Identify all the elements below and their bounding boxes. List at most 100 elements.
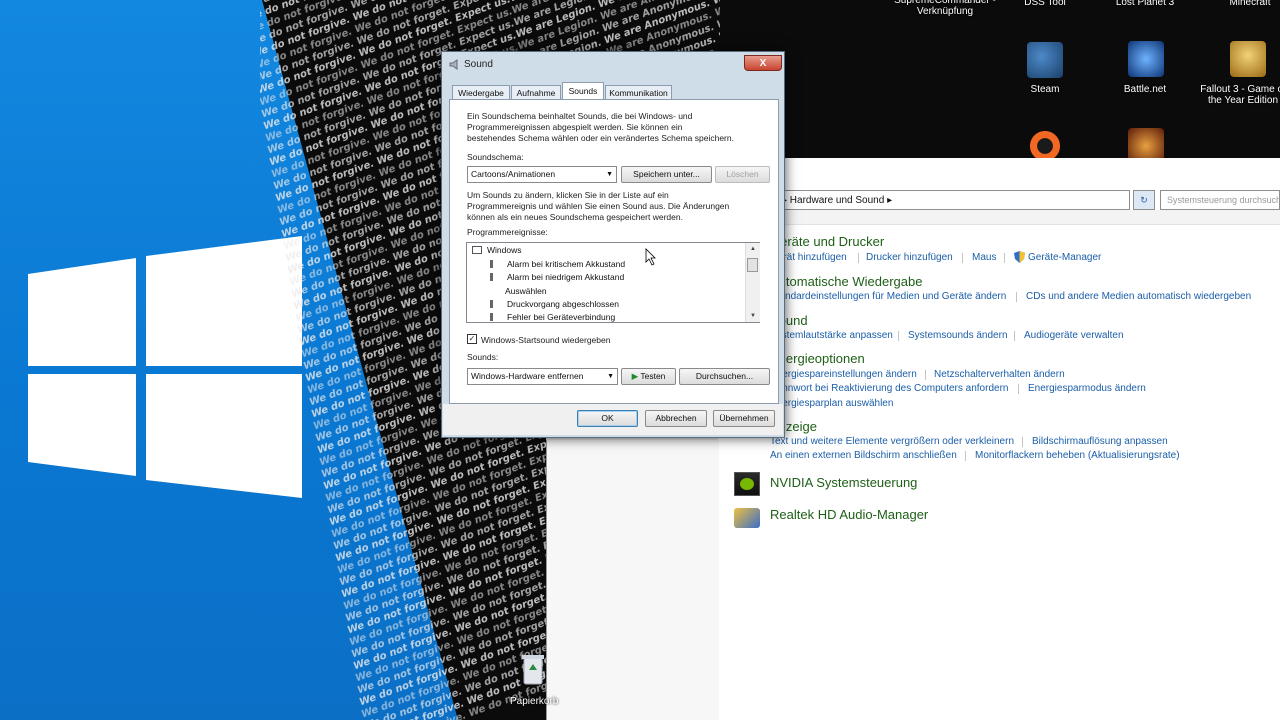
toolbar-strip: [718, 210, 1280, 225]
chevron-down-icon: ▼: [606, 171, 613, 178]
change-line-2: Programmereignis und wählen Sie einen So…: [467, 201, 730, 211]
link-password-wakeup[interactable]: Kennwort bei Reaktivierung des Computers…: [770, 383, 1008, 394]
nvidia-link[interactable]: NVIDIA Systemsteuerung: [770, 475, 917, 490]
dialog-title: Sound: [464, 59, 493, 70]
speaker-icon: [490, 300, 499, 308]
sound-value: Windows-Hardware entfernen: [471, 371, 584, 381]
separator: [898, 331, 899, 341]
save-as-button[interactable]: Speichern unter...: [621, 166, 712, 183]
scroll-down-icon[interactable]: ▼: [746, 310, 760, 322]
events-label: Programmereignisse:: [467, 227, 548, 237]
speaker-icon: [490, 313, 499, 321]
event-label: Auswählen: [505, 286, 547, 296]
event-label: Alarm bei niedrigem Akkustand: [507, 272, 625, 282]
link-text-size[interactable]: Text und weitere Elemente vergrößern ode…: [770, 436, 1014, 447]
refresh-icon[interactable]: ↻: [1133, 190, 1155, 210]
nvidia-icon: [734, 472, 760, 496]
link-monitor-flicker[interactable]: Monitorflackern beheben (Aktualisierungs…: [975, 450, 1180, 461]
startup-sound-checkbox[interactable]: ✓: [467, 334, 477, 344]
separator: [1022, 437, 1023, 447]
recycle-bin-icon[interactable]: [520, 652, 546, 688]
desktop-label-dsstool[interactable]: DSS Tool: [1015, 0, 1075, 8]
section-autoplay-title[interactable]: Automatische Wiedergabe: [770, 274, 922, 289]
recycle-bin-label[interactable]: Papierkorb: [510, 696, 558, 707]
link-add-printer[interactable]: Drucker hinzufügen: [866, 252, 953, 263]
tab-aufnahme[interactable]: Aufnahme: [511, 85, 561, 100]
intro-line-1: Ein Soundschema beinhaltet Sounds, die b…: [467, 111, 693, 121]
apply-button[interactable]: Übernehmen: [713, 410, 775, 427]
separator: [1018, 384, 1019, 394]
tab-wiedergabe[interactable]: Wiedergabe: [452, 85, 510, 100]
link-power-button[interactable]: Netzschalterverhalten ändern: [934, 369, 1065, 380]
tab-sounds[interactable]: Sounds: [562, 82, 604, 100]
desktop-label-supremecommander[interactable]: SupremeCommander - Verknüpfung: [890, 0, 1000, 17]
link-resolution[interactable]: Bildschirmauflösung anpassen: [1032, 436, 1168, 447]
startup-sound-label[interactable]: Windows-Startsound wiedergeben: [481, 335, 610, 346]
windows-folder-icon: [472, 246, 482, 254]
mouse-cursor-icon: [645, 248, 656, 266]
realtek-link[interactable]: Realtek HD Audio-Manager: [770, 507, 928, 522]
event-label: Windows: [487, 245, 522, 255]
separator: [1016, 292, 1017, 302]
link-device-manager[interactable]: Geräte-Manager: [1028, 252, 1101, 263]
link-external-display[interactable]: An einen externen Bildschirm anschließen: [770, 450, 957, 461]
link-autoplay-cds[interactable]: CDs und andere Medien automatisch wieder…: [1026, 291, 1251, 302]
fallout-icon[interactable]: [1230, 41, 1266, 77]
change-line-1: Um Sounds zu ändern, klicken Sie in der …: [467, 190, 669, 200]
event-item[interactable]: Auswählen: [505, 286, 547, 296]
cancel-button[interactable]: Abbrechen: [645, 410, 707, 427]
separator: [965, 451, 966, 461]
separator: [1004, 253, 1005, 263]
shield-icon: [1014, 251, 1025, 263]
link-system-volume[interactable]: Systemlautstärke anpassen: [770, 330, 893, 341]
link-sleep-mode[interactable]: Energiesparmodus ändern: [1028, 383, 1146, 394]
link-power-settings[interactable]: Energiespareinstellungen ändern: [770, 369, 917, 380]
battlenet-icon[interactable]: [1128, 41, 1164, 77]
link-mouse[interactable]: Maus: [972, 252, 996, 263]
link-system-sounds[interactable]: Systemsounds ändern: [908, 330, 1008, 341]
event-item[interactable]: Fehler bei Geräteverbindung: [490, 312, 615, 322]
link-autoplay-defaults[interactable]: Standardeinstellungen für Medien und Ger…: [770, 291, 1006, 302]
scroll-thumb[interactable]: [747, 258, 758, 272]
steam-icon[interactable]: [1027, 42, 1063, 78]
speaker-icon: [449, 59, 458, 70]
link-power-plan[interactable]: Energiesparplan auswählen: [770, 398, 893, 409]
tab-kommunikation[interactable]: Kommunikation: [605, 85, 672, 100]
close-button[interactable]: X: [744, 55, 782, 71]
separator: [1014, 331, 1015, 341]
speaker-icon: [490, 260, 499, 268]
sounds-label: Sounds:: [467, 352, 499, 362]
event-group-windows[interactable]: Windows: [472, 245, 521, 255]
steam-label[interactable]: Steam: [1015, 84, 1075, 95]
separator: [925, 370, 926, 380]
scheme-select[interactable]: Cartoons/Animationen ▼: [467, 166, 617, 183]
chevron-down-icon: ▼: [607, 373, 614, 380]
test-label: Testen: [640, 371, 666, 381]
speaker-icon: [490, 273, 499, 281]
scroll-up-icon[interactable]: ▲: [746, 243, 760, 255]
ok-button[interactable]: OK: [577, 410, 638, 427]
separator: [962, 253, 963, 263]
test-button[interactable]: ▶ Testen: [621, 368, 676, 385]
fallout-label[interactable]: Fallout 3 - Game of the Year Edition: [1200, 84, 1280, 106]
intro-line-2: Programmereignissen abgespielt werden. S…: [467, 122, 683, 132]
section-devices-title[interactable]: Geräte und Drucker: [770, 234, 884, 249]
search-input[interactable]: Systemsteuerung durchsuchen: [1160, 190, 1280, 210]
event-label: Druckvorgang abgeschlossen: [507, 299, 619, 309]
desktop-label-lostplanet[interactable]: Lost Planet 3: [1110, 0, 1180, 8]
realtek-icon: [734, 508, 760, 528]
browse-button[interactable]: Durchsuchen...: [679, 368, 770, 385]
sound-select[interactable]: Windows-Hardware entfernen ▼: [467, 368, 618, 385]
event-label: Fehler bei Geräteverbindung: [507, 312, 616, 322]
link-audio-devices[interactable]: Audiogeräte verwalten: [1024, 330, 1124, 341]
address-bar[interactable]: ▸ Hardware und Sound ▸: [775, 190, 1130, 210]
intro-line-3: bestehendes Schema wählen oder ein verän…: [467, 133, 734, 143]
battlenet-label[interactable]: Battle.net: [1115, 84, 1175, 95]
event-item[interactable]: Alarm bei kritischem Akkustand: [490, 259, 625, 269]
desktop-label-minecraft[interactable]: Minecraft: [1220, 0, 1280, 8]
delete-button[interactable]: Löschen: [715, 166, 770, 183]
event-item[interactable]: Druckvorgang abgeschlossen: [490, 299, 619, 309]
events-scrollbar[interactable]: ▲ ▼: [745, 243, 760, 322]
change-line-3: können als ein neues Soundschema gespeic…: [467, 212, 683, 222]
event-item[interactable]: Alarm bei niedrigem Akkustand: [490, 272, 624, 282]
